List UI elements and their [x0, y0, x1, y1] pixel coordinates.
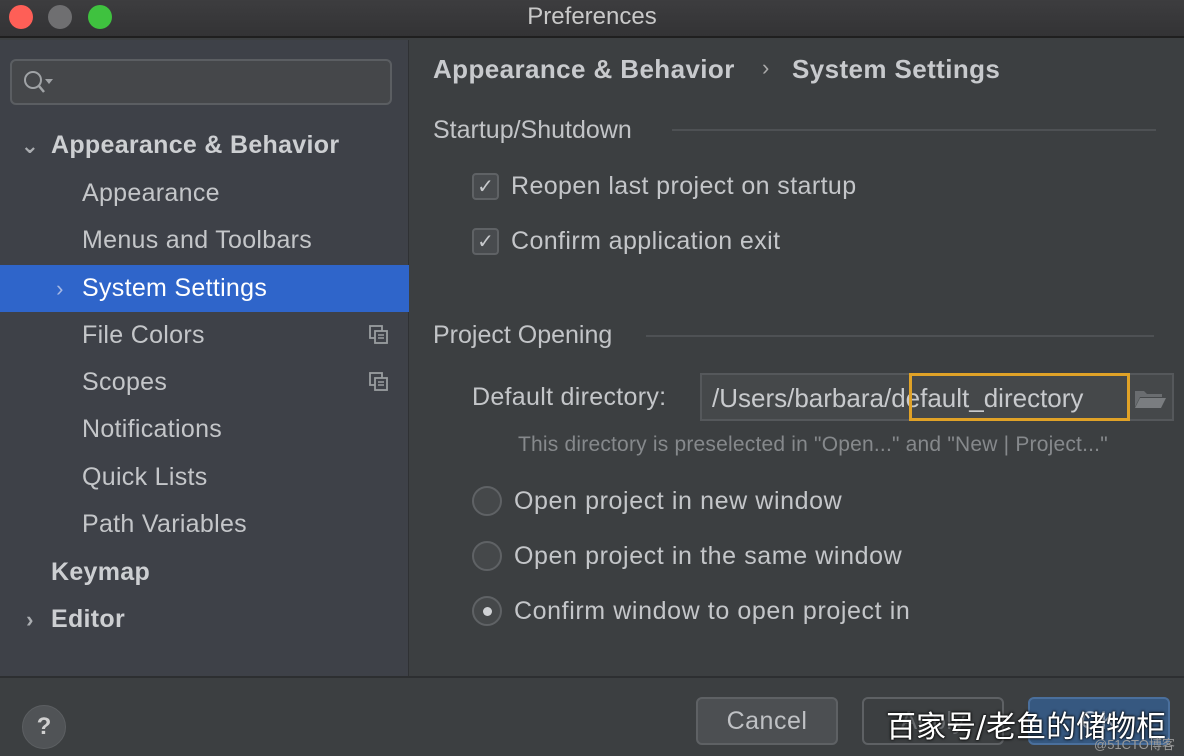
directory-prefix: /Users/barbara/ — [712, 383, 892, 413]
copy-settings-icon — [369, 372, 388, 391]
sidebar-item-label: Notifications — [82, 415, 223, 443]
sidebar-item-appearance-behavior[interactable]: ⌄ Appearance & Behavior — [0, 122, 409, 169]
sidebar-item-label: Menus and Toolbars — [82, 226, 313, 254]
sidebar-item-keymap[interactable]: Keymap — [0, 549, 409, 596]
cancel-button[interactable]: Cancel — [696, 697, 838, 745]
sidebar-item-label: File Colors — [82, 321, 205, 349]
checkbox-label: Reopen last project on startup — [511, 171, 857, 200]
sidebar-item-file-colors[interactable]: File Colors — [0, 312, 409, 359]
chevron-down-icon[interactable]: ⌄ — [20, 133, 40, 159]
checkmark-icon[interactable]: ✓ — [472, 227, 499, 255]
sidebar-item-editor[interactable]: › Editor — [0, 596, 409, 643]
chevron-right-icon[interactable]: › — [50, 276, 70, 302]
breadcrumb-parent[interactable]: Appearance & Behavior — [433, 54, 735, 85]
sidebar-item-label: Appearance — [82, 179, 220, 207]
breadcrumb-separator: › — [762, 55, 770, 80]
sidebar-item-system-settings[interactable]: › System Settings — [0, 265, 409, 312]
sidebar-item-path-variables[interactable]: Path Variables — [0, 501, 409, 548]
window-title: Preferences — [527, 3, 657, 30]
search-icon — [24, 71, 53, 93]
folder-browse-icon[interactable] — [1132, 383, 1168, 413]
radio-label: Open project in the same window — [514, 541, 903, 570]
sidebar-item-label: Keymap — [51, 558, 151, 586]
radio-open-new-window[interactable]: Open project in new window — [472, 484, 842, 518]
radio-label: Confirm window to open project in — [514, 596, 911, 625]
radio-open-same-window[interactable]: Open project in the same window — [472, 539, 902, 573]
help-button[interactable]: ? — [22, 705, 66, 749]
radio-button-icon[interactable] — [472, 541, 502, 571]
highlight-box — [909, 373, 1130, 421]
window-titlebar: Preferences — [0, 0, 1184, 38]
settings-sidebar: ⌄ Appearance & Behavior Appearance Menus… — [0, 40, 409, 676]
copy-settings-icon — [369, 325, 388, 344]
chevron-right-icon[interactable]: › — [20, 607, 40, 633]
sidebar-item-quick-lists[interactable]: Quick Lists — [0, 454, 409, 501]
settings-search-input[interactable] — [10, 59, 392, 105]
radio-label: Open project in new window — [514, 486, 843, 515]
sidebar-item-label: Quick Lists — [82, 463, 208, 491]
checkbox-label: Confirm application exit — [511, 226, 781, 255]
confirm-exit-checkbox[interactable]: ✓ Confirm application exit — [472, 224, 780, 258]
settings-content: Appearance & Behavior › System Settings … — [410, 40, 1184, 676]
section-title-project-opening: Project Opening — [433, 321, 613, 349]
sidebar-item-label: Scopes — [82, 368, 168, 396]
reopen-last-project-checkbox[interactable]: ✓ Reopen last project on startup — [472, 169, 857, 203]
radio-confirm-window[interactable]: Confirm window to open project in — [472, 594, 910, 628]
sidebar-item-label: Path Variables — [82, 510, 247, 538]
sidebar-item-label: Editor — [51, 605, 126, 633]
sidebar-item-notifications[interactable]: Notifications — [0, 406, 409, 453]
breadcrumb-current: System Settings — [792, 54, 1001, 84]
section-divider — [646, 335, 1154, 337]
default-directory-label: Default directory: — [472, 383, 667, 411]
radio-button-icon[interactable] — [472, 486, 502, 516]
radio-button-selected-icon[interactable] — [472, 596, 502, 626]
sidebar-item-label: Appearance & Behavior — [51, 131, 340, 159]
default-directory-hint: This directory is preselected in "Open..… — [518, 433, 1108, 456]
default-directory-input[interactable]: /Users/barbara/default_directory — [700, 373, 1174, 421]
sidebar-item-scopes[interactable]: Scopes — [0, 359, 409, 406]
sidebar-item-appearance[interactable]: Appearance — [0, 170, 409, 217]
section-title-startup: Startup/Shutdown — [433, 116, 632, 144]
section-divider — [672, 129, 1156, 131]
sidebar-item-label: System Settings — [82, 274, 268, 302]
sidebar-item-menus-toolbars[interactable]: Menus and Toolbars — [0, 217, 409, 264]
watermark-small-text: @51CTO博客 — [1094, 737, 1175, 752]
checkmark-icon[interactable]: ✓ — [472, 172, 499, 200]
